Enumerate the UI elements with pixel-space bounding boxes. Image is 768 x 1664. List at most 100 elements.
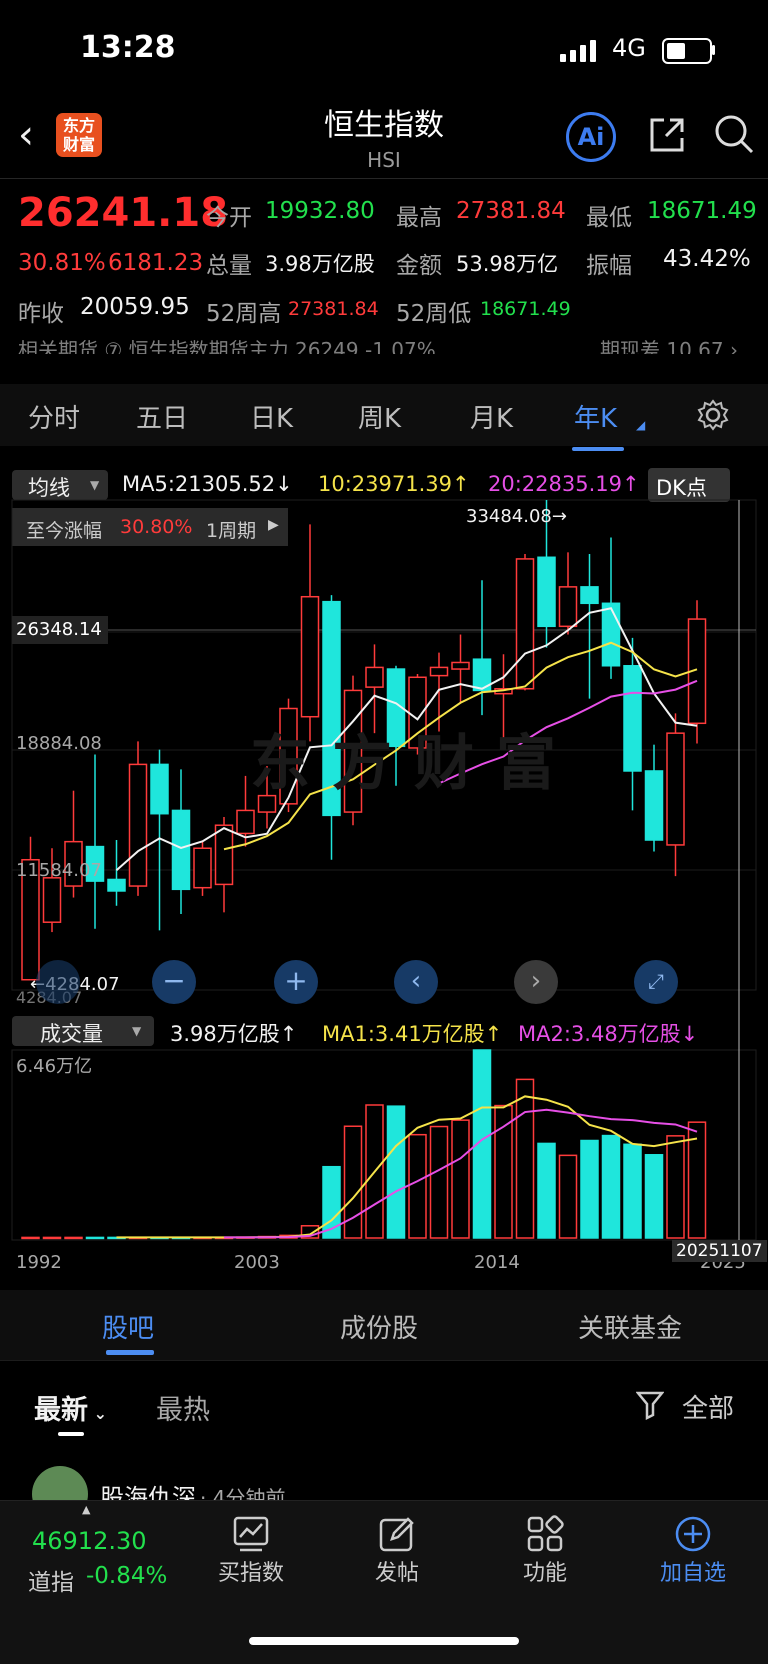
volume-bar-30 — [666, 1135, 685, 1239]
volume-bar-20 — [451, 1119, 470, 1239]
volume-bar-26 — [580, 1139, 599, 1239]
tab-guba[interactable]: 股吧 — [102, 1308, 154, 1345]
functions-button[interactable]: 功能 — [500, 1515, 590, 1587]
search-icon[interactable] — [712, 112, 756, 156]
zoom-in-button[interactable]: + — [274, 960, 318, 1004]
sort-hot[interactable]: 最热 — [156, 1388, 210, 1427]
candle-body-1 — [42, 877, 62, 923]
candle-body-8 — [193, 847, 212, 889]
tab-day-k[interactable]: 日K — [250, 398, 293, 435]
candle-body-28 — [623, 665, 642, 772]
candle-body-23 — [515, 558, 535, 690]
volume-label: 总量 — [206, 253, 252, 279]
battery-icon — [662, 38, 712, 64]
volume-selector[interactable]: 成交量 ▼ — [12, 1016, 154, 1046]
candle-body-27 — [601, 602, 621, 667]
change-amount: 6181.23 — [108, 250, 204, 276]
settings-gear-icon[interactable] — [696, 398, 730, 432]
week52-high-value: 27381.84 — [288, 298, 379, 320]
x-label-2003: 2003 — [234, 1252, 280, 1273]
futures-row[interactable]: 相关期货 ⑦ 恒生指数期货主力 26249 -1.07% — [18, 334, 436, 354]
scroll-right-button[interactable]: › — [514, 960, 558, 1004]
volume-bar-2 — [64, 1236, 83, 1240]
volume-value: 3.98万亿股 — [265, 252, 375, 276]
amount-label: 金额 — [396, 253, 442, 279]
tab-fenshi[interactable]: 分时 — [28, 398, 80, 435]
add-watchlist-button[interactable]: 加自选 — [648, 1516, 738, 1587]
volume-ymax: 6.46万亿 — [16, 1056, 93, 1077]
volume-bar-3 — [85, 1236, 105, 1240]
buy-index-label: 买指数 — [217, 1561, 284, 1586]
x-label-2014: 2014 — [474, 1252, 520, 1273]
battery-nub — [712, 45, 715, 55]
candle-body-19 — [429, 666, 449, 677]
chart-grid — [11, 499, 757, 1241]
volume-current: 3.98万亿股↑ — [170, 1022, 298, 1046]
candle-body-20 — [451, 661, 470, 670]
x-label-1992: 1992 — [16, 1252, 62, 1273]
draw-tool-button[interactable] — [36, 960, 80, 1004]
section-tabs: 股吧 成份股 关联基金 — [0, 1290, 768, 1360]
volume-bar-0 — [21, 1236, 40, 1240]
tab-constituents[interactable]: 成份股 — [340, 1308, 418, 1345]
tab-month-k[interactable]: 月K — [470, 398, 513, 435]
week52-low-value: 18671.49 — [480, 298, 571, 320]
post-time: · 4分钟前 — [200, 1486, 286, 1500]
tab-dropdown-icon[interactable]: ◢ — [636, 418, 645, 432]
section-divider — [0, 1360, 768, 1361]
share-icon[interactable] — [646, 114, 688, 156]
tab-year-k[interactable]: 年K — [574, 398, 617, 435]
sort-latest[interactable]: 最新 ⌄ — [34, 1388, 107, 1427]
filter-icon[interactable] — [636, 1390, 664, 1420]
dow-label[interactable]: 道指 — [28, 1563, 74, 1597]
fullscreen-button[interactable]: ⤢ — [634, 960, 678, 1004]
dow-value[interactable]: 46912.30 — [32, 1527, 147, 1555]
candle-body-16 — [365, 666, 384, 688]
tab-related-funds[interactable]: 关联基金 — [578, 1308, 682, 1345]
candle-body-25 — [558, 586, 578, 628]
volume-bar-28 — [623, 1143, 642, 1239]
post-label: 发帖 — [374, 1561, 419, 1586]
candle-body-5 — [128, 763, 148, 887]
filter-all[interactable]: 全部 — [682, 1388, 734, 1425]
scroll-left-button[interactable]: ‹ — [394, 960, 438, 1004]
change-pct: 30.81% — [18, 250, 106, 276]
amplitude-label: 振幅 — [586, 253, 632, 279]
futures-mask — [0, 356, 768, 384]
candle-body-10 — [236, 809, 255, 835]
candle-body-30 — [666, 732, 685, 846]
y-label-low: 11584.07 — [16, 860, 102, 881]
candle-body-13 — [300, 595, 320, 718]
sort-underline — [58, 1432, 84, 1436]
chart-trend-icon — [233, 1516, 269, 1552]
volume-bar-1 — [42, 1236, 62, 1240]
tab-five-day[interactable]: 五日 — [136, 398, 188, 435]
prev-close-label: 昨收 — [18, 301, 64, 327]
futures-basis[interactable]: 期现差 10.67 › — [600, 334, 738, 354]
buy-index-button[interactable]: 买指数 — [206, 1516, 296, 1587]
post-button[interactable]: 发帖 — [352, 1517, 442, 1587]
week52-low-label: 52周低 — [396, 301, 472, 327]
candle-body-24 — [537, 556, 556, 628]
candle-body-7 — [171, 809, 191, 891]
edit-icon — [379, 1517, 414, 1552]
futures-basis-text: 期现差 10.67 — [600, 338, 724, 354]
home-indicator — [249, 1637, 519, 1645]
candle-body-4 — [107, 878, 126, 892]
ai-button[interactable]: Ai — [566, 112, 616, 162]
dow-change[interactable]: -0.84% — [86, 1563, 167, 1589]
volume-bar-27 — [601, 1134, 621, 1239]
volume-bar-18 — [408, 1133, 427, 1239]
ticker-up-caret-icon: ▲ — [82, 1503, 91, 1516]
amount-value: 53.98万亿 — [456, 252, 559, 276]
prev-close-value: 20059.95 — [80, 294, 190, 320]
signal-icon — [560, 40, 596, 62]
post-username[interactable]: 股海仇深 — [100, 1478, 196, 1500]
functions-label: 功能 — [522, 1561, 567, 1586]
zoom-out-button[interactable]: − — [152, 960, 196, 1004]
low-value: 18671.49 — [647, 198, 757, 224]
kline-chart[interactable] — [0, 460, 768, 1290]
crosshair-date: 20251107 — [672, 1240, 767, 1262]
crosshair-price: 26348.14 — [12, 616, 108, 644]
tab-week-k[interactable]: 周K — [358, 398, 401, 435]
